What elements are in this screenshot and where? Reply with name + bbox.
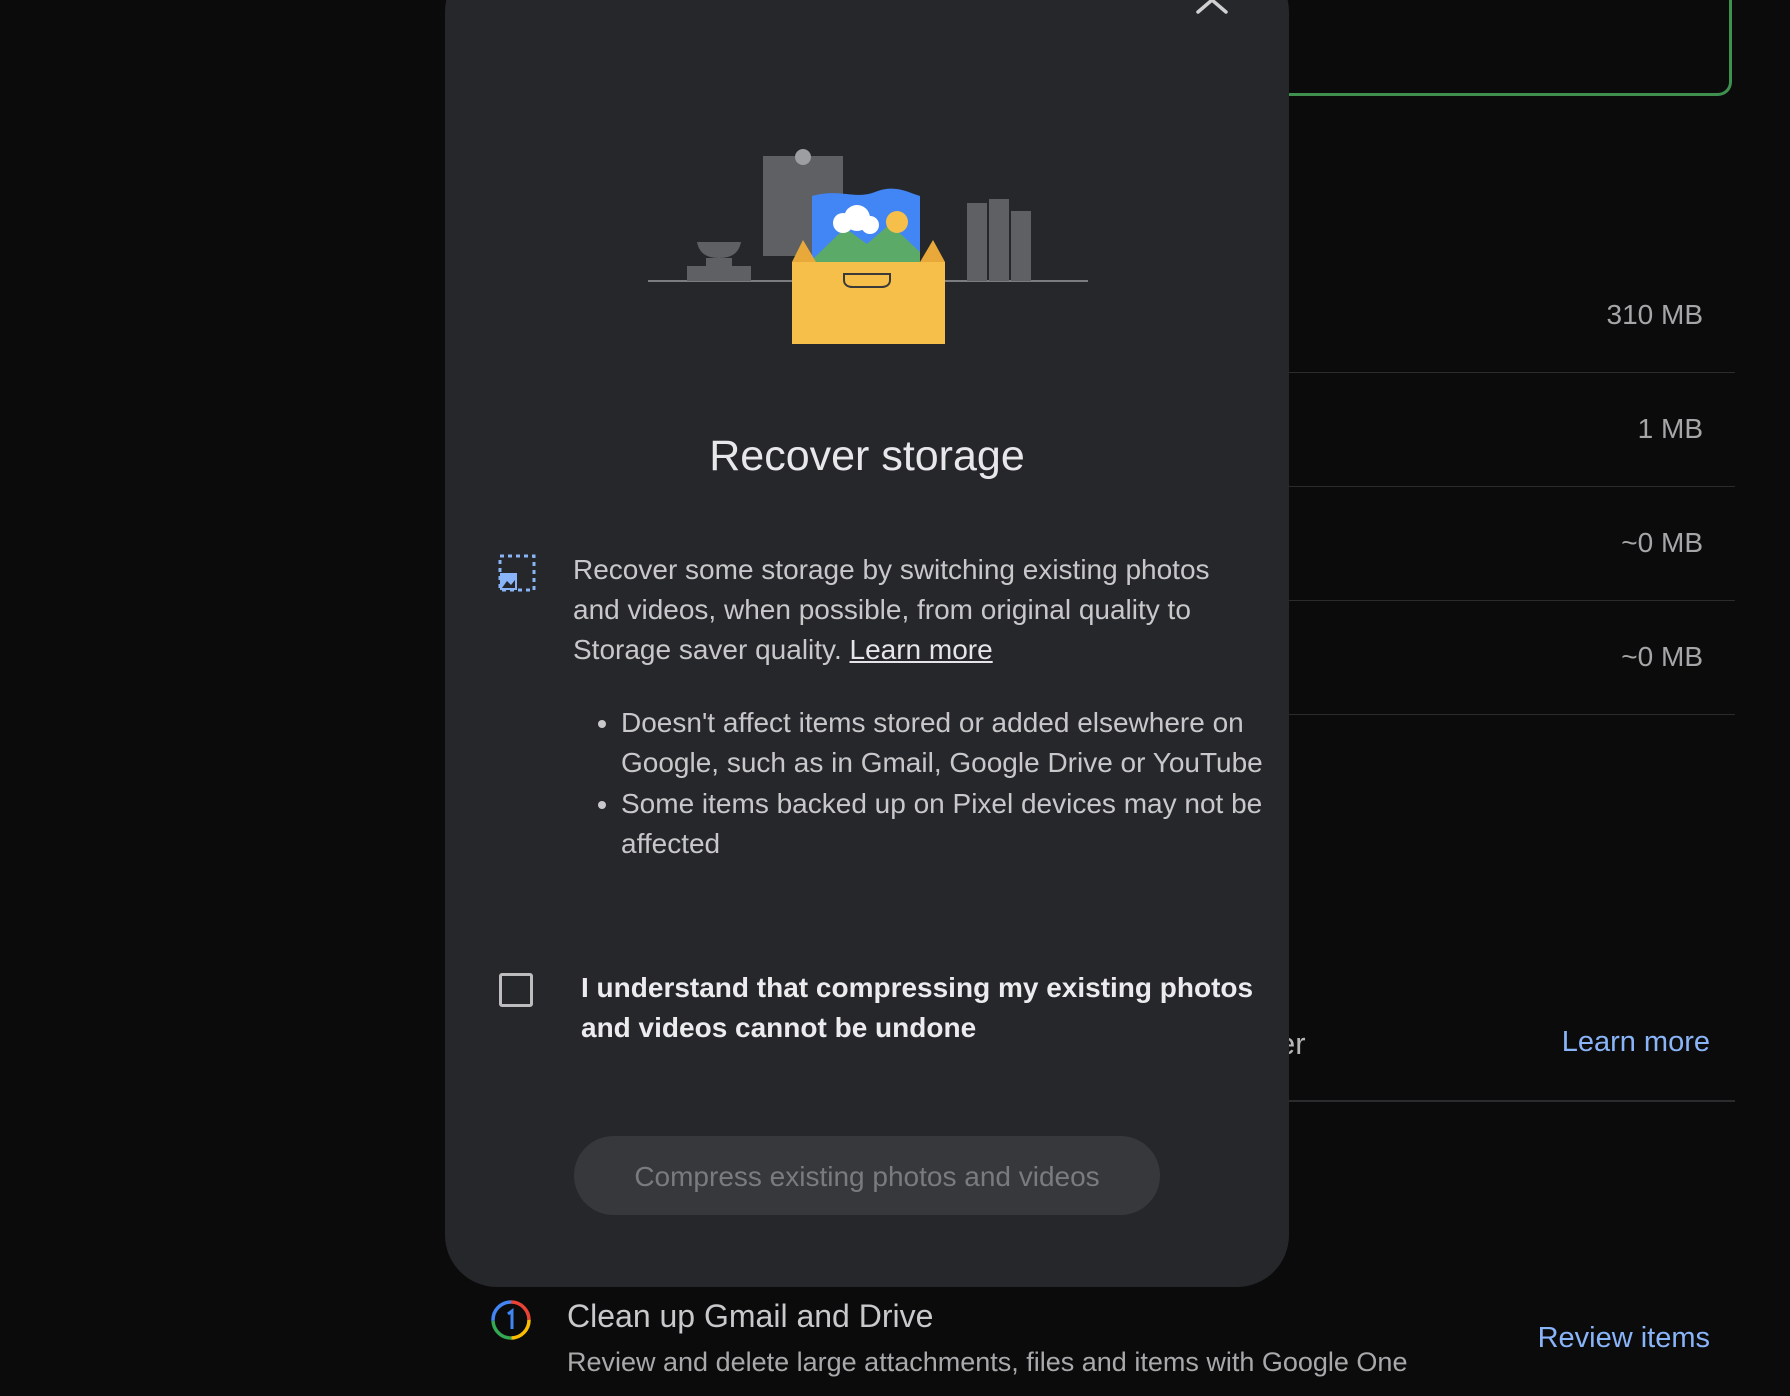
storage-row-size: ~0 MB (1621, 527, 1703, 558)
info-bullet-list: Doesn't affect items stored or added els… (590, 703, 1281, 865)
storage-row: 310 MB (1280, 259, 1735, 373)
storage-row-size: 310 MB (1606, 299, 1704, 330)
info-bullet: Some items backed up on Pixel devices ma… (621, 784, 1281, 864)
compress-button[interactable]: Compress existing photos and videos (574, 1136, 1160, 1215)
divider (1280, 1100, 1735, 1102)
cleanup-subtitle: Review and delete large attachments, fil… (567, 1347, 1408, 1377)
confirm-checkbox-label[interactable]: I understand that compressing my existin… (581, 968, 1261, 1048)
confirm-checkbox[interactable] (499, 973, 533, 1007)
storage-row-size: ~0 MB (1621, 641, 1703, 672)
dialog-title: Recover storage (709, 432, 1025, 480)
info-bullet: Doesn't affect items stored or added els… (621, 703, 1281, 783)
cleanup-title: Clean up Gmail and Drive (567, 1298, 934, 1334)
close-icon[interactable] (1190, 0, 1234, 24)
storage-row: ~0 MB (1280, 487, 1735, 601)
storage-saver-icon (498, 554, 536, 592)
storage-row: 1 MB (1280, 373, 1735, 487)
storage-row-size: 1 MB (1637, 413, 1703, 444)
storage-row: ~0 MB (1280, 601, 1735, 715)
background-learn-more-link[interactable]: Learn more (1562, 1026, 1710, 1059)
review-items-button[interactable]: Review items (1538, 1322, 1710, 1355)
dialog-description: Recover some storage by switching existi… (573, 550, 1253, 670)
google-one-icon (491, 1300, 531, 1340)
recover-storage-illustration (648, 149, 1088, 344)
learn-more-link[interactable]: Learn more (850, 634, 993, 665)
